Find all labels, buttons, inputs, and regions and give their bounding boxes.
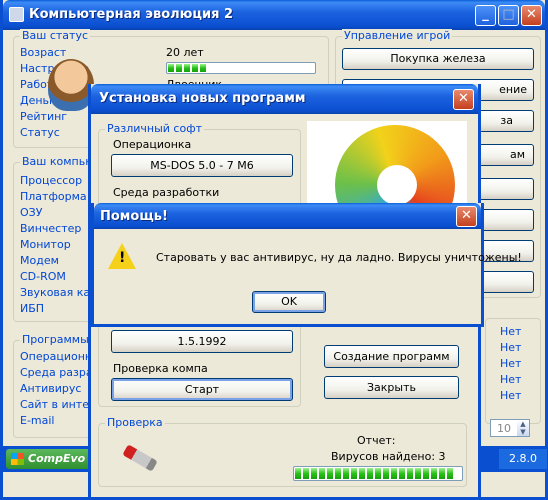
maximize-button[interactable]: □ [498, 5, 519, 26]
computer-row: CD-ROM [20, 270, 66, 283]
mood-progress [166, 62, 316, 74]
progress-segment [335, 468, 341, 479]
speed-spinner[interactable]: 10 ▲ ▼ [490, 419, 530, 437]
start-button[interactable]: CompEvo 2 [6, 449, 98, 469]
start-check-button[interactable]: Старт [111, 378, 293, 401]
close-button[interactable]: ✕ [521, 5, 542, 26]
speed-spinner-value: 10 [497, 422, 511, 435]
programs-group-label: Программы [20, 333, 91, 346]
report-label: Отчет: [357, 434, 396, 447]
buy-hardware-button[interactable]: Покупка железа [342, 48, 534, 70]
programs-status-group: Нет Нет Нет Нет Нет [485, 318, 541, 424]
progress-segment [359, 468, 365, 479]
os-button[interactable]: MS-DOS 5.0 - 7 M6 [111, 154, 293, 177]
computer-row: Винчестер [20, 222, 82, 235]
os-label: Операционка [113, 138, 192, 151]
program-status-value: Нет [500, 357, 522, 370]
install-title: Установка новых программ [99, 91, 306, 106]
computer-row: Процессор [20, 174, 83, 187]
check-group-label: Проверка [105, 416, 165, 429]
soft-group-label: Различный софт [105, 122, 205, 135]
program-status-value: Нет [500, 341, 522, 354]
computer-row: ОЗУ [20, 206, 43, 219]
windows-flag-icon [11, 453, 24, 465]
minimize-button[interactable]: _ [475, 5, 496, 26]
syringe-icon [122, 444, 158, 472]
create-programs-button[interactable]: Создание программ [324, 345, 459, 368]
progress-segment [303, 468, 309, 479]
computer-row: Модем [20, 254, 59, 267]
viruses-found-label: Вирусов найдено: 3 [331, 450, 446, 463]
program-status-value: Нет [500, 389, 522, 402]
progress-segment [415, 468, 421, 479]
computer-row: Монитор [20, 238, 71, 251]
logo-image [307, 121, 467, 203]
check-progress [293, 466, 463, 481]
progress-segment [439, 468, 445, 479]
progress-segment [319, 468, 325, 479]
alert-titlebar: Помощь! ✕ [94, 203, 481, 229]
program-status-value: Нет [500, 325, 522, 338]
progress-segment [375, 468, 381, 479]
date-button[interactable]: 1.5.1992 [111, 330, 293, 353]
progress-segment [399, 468, 405, 479]
progress-segment [343, 468, 349, 479]
alert-message: Старовать у вас антивирус, ну да ладно. … [156, 251, 522, 264]
status-row-status: Статус [20, 126, 60, 139]
install-titlebar: Установка новых программ ✕ [91, 84, 478, 114]
ok-button[interactable]: OK [252, 291, 326, 313]
computer-row: Платформа [20, 190, 87, 203]
programs-row: E-mail [20, 414, 55, 427]
dev-env-label: Среда разработки [113, 186, 220, 199]
progress-segment [295, 468, 301, 479]
main-titlebar: Компьютерная эволюция 2 _ □ ✕ [3, 0, 545, 30]
status-row-age: Возраст [20, 46, 67, 59]
computer-row: ИБП [20, 302, 45, 315]
programs-row: Антивирус [20, 382, 82, 395]
app-icon [9, 7, 24, 22]
progress-segment [351, 468, 357, 479]
progress-segment [383, 468, 389, 479]
check-computer-label: Проверка компа [113, 362, 208, 375]
progress-segment [407, 468, 413, 479]
progress-segment [311, 468, 317, 479]
status-row-rating: Рейтинг [20, 110, 68, 123]
progress-segment [431, 468, 437, 479]
window-title: Компьютерная эволюция 2 [29, 7, 233, 22]
alert-title: Помощь! [100, 209, 168, 224]
program-status-value: Нет [500, 373, 522, 386]
start-label: CompEvo 2 [28, 452, 97, 465]
version-label: 2.8.0 [499, 449, 547, 469]
install-close-button[interactable]: ✕ [453, 89, 474, 110]
progress-segment [327, 468, 333, 479]
progress-segment [367, 468, 373, 479]
age-value: 20 лет [166, 46, 204, 59]
progress-segment [391, 468, 397, 479]
status-group-label: Ваш статус [20, 29, 91, 42]
spinner-arrows-icon[interactable]: ▲ ▼ [517, 420, 529, 436]
close-dialog-button[interactable]: Закрыть [324, 376, 459, 399]
game-group-label: Управление игрой [342, 29, 453, 42]
alert-dialog: Помощь! ✕ ! Старовать у вас антивирус, н… [91, 203, 522, 327]
progress-segment [447, 468, 453, 479]
check-group: Проверка Отчет: Вирусов найдено: 3 [98, 416, 467, 487]
progress-segment [423, 468, 429, 479]
alert-close-button[interactable]: ✕ [456, 206, 477, 227]
